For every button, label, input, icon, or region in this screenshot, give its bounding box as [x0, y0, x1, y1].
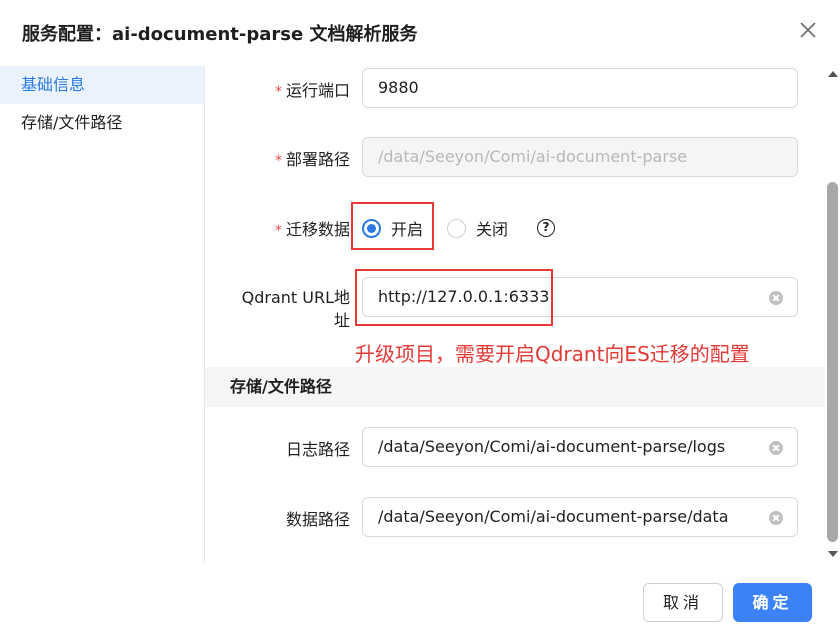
- log-path-value: /data/Seeyon/Comi/ai-document-parse/logs: [378, 437, 726, 456]
- close-icon[interactable]: [798, 20, 818, 40]
- migrate-off-radio[interactable]: 关闭: [447, 218, 509, 239]
- radio-unchecked-icon: [447, 218, 466, 238]
- clear-icon[interactable]: [769, 291, 783, 305]
- port-label: * 运行端口: [274, 81, 350, 100]
- sidebar: 基础信息 存储/文件路径: [0, 66, 205, 562]
- sidebar-item-basic-info[interactable]: 基础信息: [0, 66, 204, 104]
- scrollbar-thumb[interactable]: [827, 182, 838, 542]
- dialog-title: 服务配置：ai-document-parse 文档解析服务: [22, 24, 418, 45]
- data-path-input[interactable]: /data/Seeyon/Comi/ai-document-parse/data: [362, 497, 798, 537]
- data-path-label: 数据路径: [285, 510, 350, 529]
- migrate-off-label: 关闭: [476, 220, 509, 239]
- cancel-button[interactable]: 取消: [643, 583, 723, 622]
- scroll-down-arrow-icon[interactable]: [828, 551, 838, 557]
- migrate-label: * 迁移数据: [274, 220, 350, 239]
- qdrant-url-value: http://127.0.0.1:6333: [378, 287, 550, 306]
- vertical-scrollbar[interactable]: [826, 66, 840, 562]
- scroll-up-arrow-icon[interactable]: [828, 71, 838, 77]
- qdrant-url-input[interactable]: http://127.0.0.1:6333: [362, 277, 798, 317]
- migrate-on-label: 开启: [391, 220, 424, 239]
- required-mark: *: [274, 84, 282, 100]
- data-path-value: /data/Seeyon/Comi/ai-document-parse/data: [378, 507, 729, 526]
- deploy-path-label: * 部署路径: [274, 150, 350, 169]
- radio-checked-icon: [362, 218, 381, 238]
- log-path-input[interactable]: /data/Seeyon/Comi/ai-document-parse/logs: [362, 427, 798, 467]
- confirm-button[interactable]: 确定: [733, 583, 812, 622]
- migrate-on-radio[interactable]: 开启: [362, 218, 424, 239]
- annotation-text: 升级项目，需要开启Qdrant向ES迁移的配置: [355, 342, 750, 366]
- clear-icon[interactable]: [769, 511, 783, 525]
- storage-section-header: 存储/文件路径: [205, 367, 825, 407]
- port-input[interactable]: 9880: [362, 68, 798, 108]
- log-path-label: 日志路径: [285, 440, 350, 459]
- help-icon[interactable]: ?: [537, 219, 555, 237]
- deploy-path-input: /data/Seeyon/Comi/ai-document-parse: [362, 137, 798, 177]
- qdrant-label: Qdrant URL地 址: [241, 288, 350, 330]
- required-mark: *: [274, 223, 282, 239]
- form-content: * 运行端口 9880 * 部署路径 /data/Seeyon/Comi/ai-do…: [205, 66, 825, 562]
- clear-icon[interactable]: [769, 441, 783, 455]
- required-mark: *: [274, 153, 282, 169]
- sidebar-item-storage-paths[interactable]: 存储/文件路径: [0, 104, 204, 142]
